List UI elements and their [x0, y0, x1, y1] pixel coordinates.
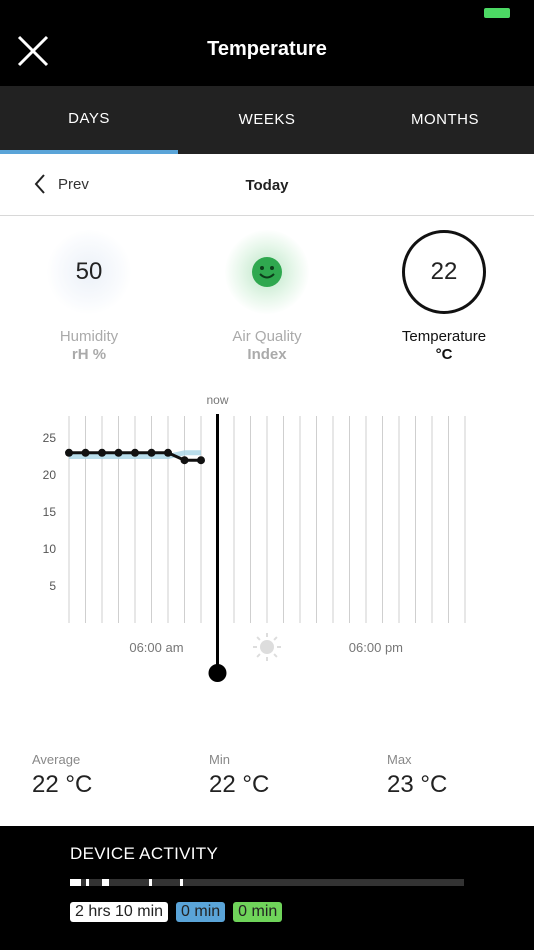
y-tick-label: 20	[43, 468, 57, 482]
period-tabs: DAYS WEEKS MONTHS	[0, 86, 534, 154]
summary-average-label: Average	[32, 752, 81, 767]
temperature-value: 22	[402, 230, 486, 314]
humidity-label: Humidity	[59, 328, 119, 345]
y-tick-label: 15	[43, 505, 57, 519]
device-activity-panel: DEVICE ACTIVITY 2 hrs 10 min 0 min 0 min	[0, 826, 534, 950]
tab-days-label: DAYS	[68, 110, 110, 127]
temperature-point	[131, 448, 139, 457]
summary-min: Min 22 °C	[209, 752, 369, 799]
activity-timeline	[70, 879, 464, 886]
humidity-value: 50	[47, 230, 131, 314]
battery-icon	[484, 8, 510, 18]
air-quality-label: Air Quality	[232, 328, 302, 345]
air-quality-stat[interactable]: Air Quality Index	[197, 230, 337, 363]
now-label: now	[206, 393, 228, 407]
summary-max-value: 23 °C	[387, 771, 448, 798]
temperature-point	[65, 448, 73, 457]
y-tick-label: 5	[49, 579, 56, 593]
sun-ray	[256, 636, 261, 641]
tab-days[interactable]: DAYS	[0, 86, 178, 154]
activity-pills: 2 hrs 10 min 0 min 0 min	[70, 902, 283, 922]
green-time-pill: 0 min	[233, 902, 283, 922]
now-handle	[208, 664, 227, 682]
date-navigation: Prev Today	[0, 154, 534, 216]
sun-ray	[273, 636, 278, 641]
temperature-chart-svg: 25 20 15 10 5 06:00 am 06:00 pm now	[43, 393, 466, 682]
y-tick-label: 25	[43, 431, 57, 445]
air-quality-unit: Index	[247, 346, 287, 363]
tab-weeks[interactable]: WEEKS	[178, 86, 356, 154]
summary-average-value: 22 °C	[32, 771, 93, 798]
tab-weeks-label: WEEKS	[238, 111, 296, 128]
tab-months-label: MONTHS	[411, 111, 479, 128]
summary-min-label: Min	[209, 752, 230, 767]
top-bar: Temperature	[0, 0, 534, 86]
temperature-point	[164, 448, 172, 457]
sun-icon	[260, 640, 274, 654]
humidity-unit: rH %	[71, 346, 107, 363]
summary-min-value: 22 °C	[209, 771, 270, 798]
sun-ray	[273, 653, 278, 658]
summary-max-label: Max	[387, 752, 412, 767]
device-activity-title: DEVICE ACTIVITY	[70, 844, 219, 863]
temperature-label: Temperature	[401, 328, 487, 345]
activity-segment	[180, 879, 183, 886]
page-title: Temperature	[207, 38, 327, 60]
temperature-point	[98, 448, 106, 457]
activity-segment	[149, 879, 152, 886]
tab-months[interactable]: MONTHS	[356, 86, 534, 154]
air-quality-indicator	[225, 230, 309, 314]
current-period-label: Today	[245, 177, 289, 194]
y-tick-label: 10	[43, 542, 57, 556]
temperature-stat[interactable]: 22 Temperature °C	[374, 230, 514, 363]
blue-time-pill: 0 min	[176, 902, 226, 922]
x-tick-label: 06:00 pm	[349, 640, 403, 655]
temperature-point	[180, 456, 189, 465]
temperature-chart[interactable]: 25 20 15 10 5 06:00 am 06:00 pm now	[0, 390, 534, 690]
temperature-point	[114, 448, 123, 457]
smiley-face-icon	[252, 257, 282, 287]
activity-segment	[70, 879, 81, 886]
temperature-point	[197, 456, 205, 465]
summary-average: Average 22 °C	[32, 752, 192, 799]
temperature-unit: °C	[435, 346, 453, 363]
temperature-point	[147, 448, 156, 457]
temperature-point	[81, 448, 90, 457]
active-time-pill: 2 hrs 10 min	[70, 902, 169, 922]
activity-segment	[86, 879, 89, 886]
summary-max: Max 23 °C	[387, 752, 534, 799]
sun-ray	[256, 653, 261, 658]
activity-segment	[102, 879, 109, 886]
humidity-stat[interactable]: 50 Humidity rH %	[19, 230, 159, 363]
x-tick-label: 06:00 am	[129, 640, 183, 655]
